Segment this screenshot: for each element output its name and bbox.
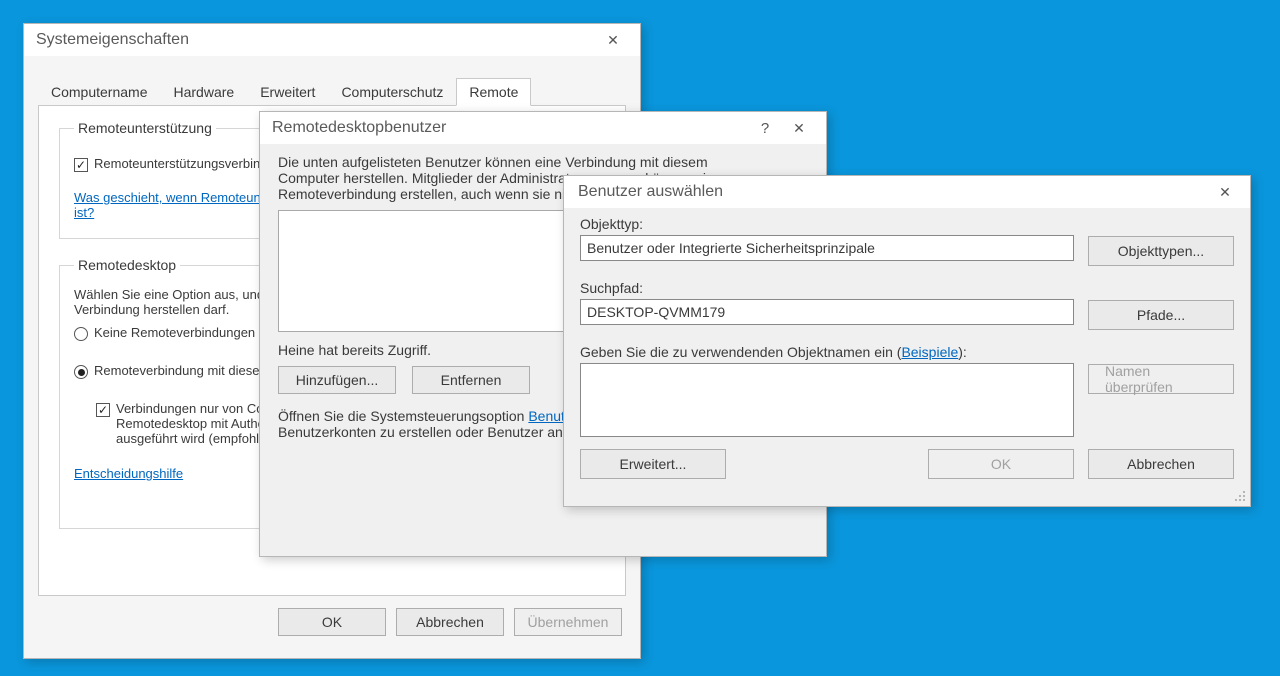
tab-erweitert[interactable]: Erweitert bbox=[247, 78, 328, 105]
add-button[interactable]: Hinzufügen... bbox=[278, 366, 396, 394]
tabstrip: Computername Hardware Erweitert Computer… bbox=[38, 78, 626, 106]
link-what-happens-cont[interactable]: ist? bbox=[74, 205, 94, 220]
tab-computername[interactable]: Computername bbox=[38, 78, 161, 105]
object-types-button[interactable]: Objekttypen... bbox=[1088, 236, 1234, 266]
search-path-label: Suchpfad: bbox=[580, 280, 1074, 296]
open-cpl-text: Öffnen Sie die Systemsteuerungsoption bbox=[278, 408, 528, 424]
search-path-field[interactable]: DESKTOP-QVMM179 bbox=[580, 299, 1074, 325]
group-legend: Remoteunterstützung bbox=[74, 120, 216, 136]
dialog-title: Benutzer auswählen bbox=[578, 183, 1208, 201]
radio-no-remote[interactable] bbox=[74, 327, 88, 341]
radio-allow-remote[interactable] bbox=[74, 365, 88, 379]
check-names-button[interactable]: Namen überprüfen bbox=[1088, 364, 1234, 394]
apply-button[interactable]: Übernehmen bbox=[514, 608, 622, 636]
titlebar: Remotedesktopbenutzer ? ✕ bbox=[260, 112, 826, 144]
help-text: Verbindung herstellen darf. bbox=[74, 302, 229, 317]
intro-text: Die unten aufgelisteten Benutzer können … bbox=[278, 154, 708, 170]
cancel-button[interactable]: Abbrechen bbox=[1088, 449, 1234, 479]
group-legend: Remotedesktop bbox=[74, 257, 180, 273]
dialog-title: Systemeigenschaften bbox=[36, 31, 596, 49]
dialog-buttons: Erweitert... OK Abbrechen bbox=[564, 443, 1250, 491]
ok-button[interactable]: OK bbox=[278, 608, 386, 636]
titlebar: Benutzer auswählen ✕ bbox=[564, 176, 1250, 208]
examples-link[interactable]: Beispiele bbox=[901, 344, 958, 360]
cancel-button[interactable]: Abbrechen bbox=[396, 608, 504, 636]
checkbox-nla[interactable] bbox=[96, 403, 110, 417]
tab-hardware[interactable]: Hardware bbox=[161, 78, 248, 105]
close-icon[interactable]: ✕ bbox=[1208, 185, 1242, 199]
advanced-button[interactable]: Erweitert... bbox=[580, 449, 726, 479]
paths-button[interactable]: Pfade... bbox=[1088, 300, 1234, 330]
help-icon[interactable]: ? bbox=[748, 121, 782, 136]
resize-grip-icon[interactable] bbox=[1235, 491, 1247, 503]
tab-remote[interactable]: Remote bbox=[456, 78, 531, 106]
object-type-label: Objekttyp: bbox=[580, 216, 1074, 232]
ok-button[interactable]: OK bbox=[928, 449, 1074, 479]
link-help-choose[interactable]: Entscheidungshilfe bbox=[74, 466, 183, 481]
close-icon[interactable]: ✕ bbox=[596, 33, 630, 47]
titlebar: Systemeigenschaften ✕ bbox=[24, 24, 640, 56]
dialog-buttons: OK Abbrechen Übernehmen bbox=[24, 596, 640, 636]
tab-computerschutz[interactable]: Computerschutz bbox=[328, 78, 456, 105]
close-icon[interactable]: ✕ bbox=[782, 121, 816, 135]
dialog-title: Remotedesktopbenutzer bbox=[272, 119, 748, 137]
object-names-label: Geben Sie die zu verwendenden Objektname… bbox=[580, 344, 1074, 360]
select-users-dialog: Benutzer auswählen ✕ Objekttyp: Benutzer… bbox=[563, 175, 1251, 507]
object-type-field[interactable]: Benutzer oder Integrierte Sicherheitspri… bbox=[580, 235, 1074, 261]
dialog-content: Objekttyp: Benutzer oder Integrierte Sic… bbox=[564, 208, 1250, 437]
remove-button[interactable]: Entfernen bbox=[412, 366, 530, 394]
checkbox-remote-assistance[interactable] bbox=[74, 158, 88, 172]
object-names-input[interactable] bbox=[580, 363, 1074, 437]
